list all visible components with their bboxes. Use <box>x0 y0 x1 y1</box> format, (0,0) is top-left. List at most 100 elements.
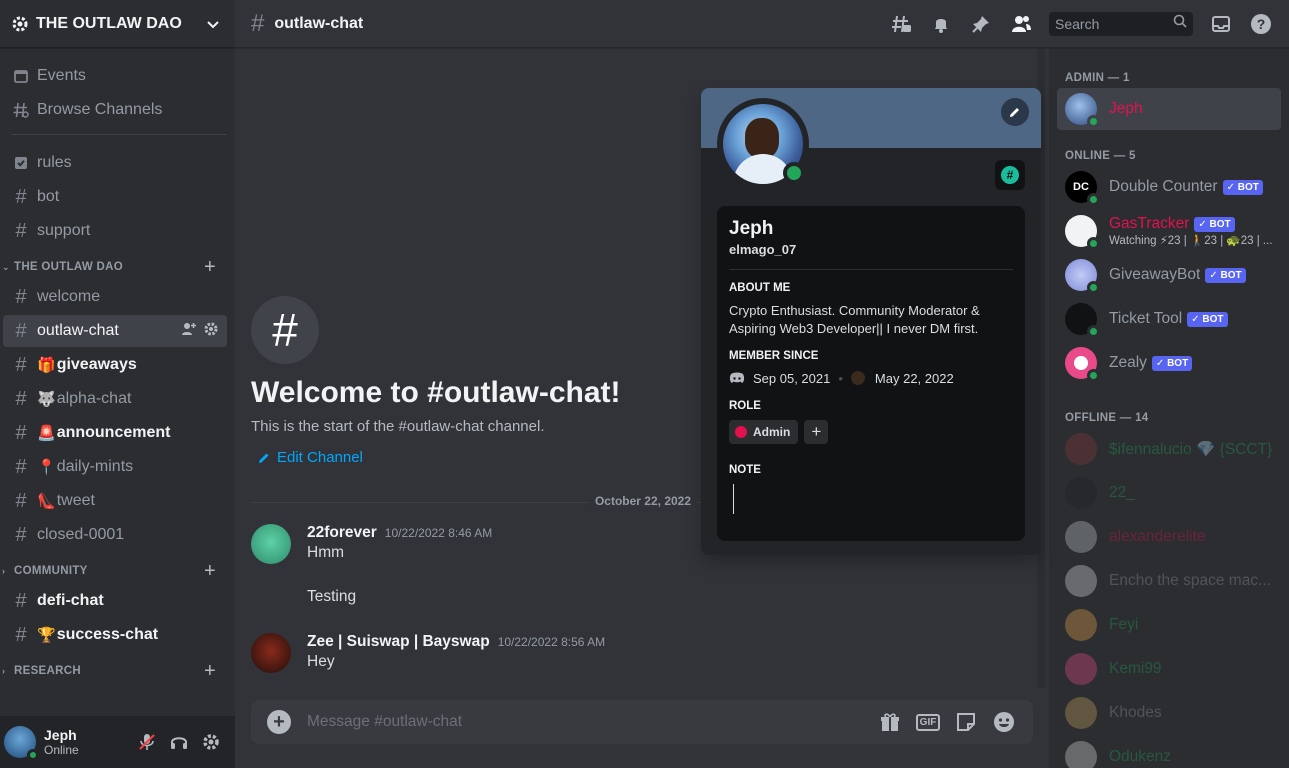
channel-emoji: 📍 <box>37 459 56 476</box>
help-icon[interactable]: ? <box>1249 12 1273 36</box>
sidebar-item-events[interactable]: Events <box>3 60 227 92</box>
member-item[interactable]: GasTracker ✓ BOT Watching ⚡23 | 🚶23 | 🐢23… <box>1057 210 1281 252</box>
channel-bot[interactable]: # bot <box>3 181 227 213</box>
gift-icon[interactable] <box>878 710 902 734</box>
member-item[interactable]: Jeph <box>1057 88 1281 130</box>
member-item[interactable]: 22_ <box>1057 472 1281 514</box>
emoji-icon[interactable] <box>992 710 1016 734</box>
headphones-icon[interactable] <box>163 726 195 758</box>
add-attachment-icon[interactable]: + <box>267 710 291 734</box>
badge-icon[interactable]: # <box>995 160 1025 190</box>
add-role-button[interactable]: + <box>804 420 829 444</box>
member-item[interactable]: Odukenz <box>1057 736 1281 768</box>
search-input[interactable] <box>1055 15 1173 32</box>
message-author[interactable]: 22forever <box>307 524 377 542</box>
create-channel-icon[interactable]: + <box>201 256 219 279</box>
threads-icon[interactable] <box>889 12 913 36</box>
category-research[interactable]: › RESEARCH + <box>0 657 235 685</box>
notification-bell-icon[interactable] <box>929 12 953 36</box>
profile-avatar[interactable] <box>717 98 809 190</box>
user-settings-gear-icon[interactable] <box>195 726 227 758</box>
member-name: Kemi99 <box>1109 660 1162 677</box>
hash-icon: # <box>15 523 27 546</box>
member-item[interactable]: Feyi <box>1057 604 1281 646</box>
create-channel-icon[interactable]: + <box>201 660 219 683</box>
edit-profile-pencil-icon[interactable] <box>1001 98 1029 126</box>
avatar <box>1065 215 1100 250</box>
channel-label: rules <box>37 154 72 171</box>
channel-label: success-chat <box>56 626 159 643</box>
member-name: GasTracker <box>1109 215 1190 232</box>
channel-label: welcome <box>37 288 101 305</box>
message-author[interactable]: Zee | Suiswap | Bayswap <box>307 633 490 651</box>
separator-dot: • <box>838 370 843 386</box>
discord-app: THE OUTLAW DAO Events Browse Channels ru… <box>0 0 1289 768</box>
caret-right-icon: › <box>2 666 6 676</box>
member-item[interactable]: alexanderelite <box>1057 516 1281 558</box>
sidebar-item-browse-channels[interactable]: Browse Channels <box>3 94 227 126</box>
member-list-icon[interactable] <box>1009 12 1033 36</box>
bot-badge: ✓ BOT <box>1222 179 1263 195</box>
member-since-heading: MEMBER SINCE <box>729 350 819 362</box>
search-box[interactable] <box>1049 11 1193 36</box>
create-channel-icon[interactable]: + <box>201 560 219 583</box>
inbox-icon[interactable] <box>1209 12 1233 36</box>
channel-emoji: 👠 <box>37 493 56 510</box>
member-item[interactable]: Encho the space mac... <box>1057 560 1281 602</box>
member-item[interactable]: Khodes <box>1057 692 1281 734</box>
invite-icon[interactable] <box>181 321 197 342</box>
profile-display-name: Jeph <box>729 218 774 239</box>
channel-announcement[interactable]: # 🚨 announcement <box>3 417 227 449</box>
message-input[interactable] <box>307 713 871 731</box>
server-member-since: May 22, 2022 <box>874 370 954 386</box>
member-item[interactable]: GiveawayBot ✓ BOT <box>1057 254 1281 296</box>
avatar[interactable] <box>251 524 291 564</box>
member-item[interactable]: Kemi99 <box>1057 648 1281 690</box>
channel-outlaw-chat[interactable]: # outlaw-chat <box>3 315 227 347</box>
avatar <box>1065 477 1097 509</box>
channel-giveaways[interactable]: # 🎁 giveaways <box>3 349 227 381</box>
hash-icon: # <box>15 489 27 512</box>
channel-success-chat[interactable]: # 🏆 success-chat <box>3 619 227 651</box>
channel-welcome[interactable]: # welcome <box>3 281 227 313</box>
channel-tweet[interactable]: # 👠 tweet <box>3 485 227 517</box>
role-pill[interactable]: Admin <box>729 420 799 444</box>
avatar[interactable] <box>4 726 39 761</box>
avatar[interactable] <box>251 633 291 673</box>
channel-closed-0001[interactable]: # closed-0001 <box>3 519 227 551</box>
channel-alpha-chat[interactable]: # 🐺 alpha-chat <box>3 383 227 415</box>
message-timestamp: 10/22/2022 8:56 AM <box>497 635 606 649</box>
mute-microphone-icon[interactable] <box>131 726 163 758</box>
hash-icon: # <box>15 353 27 376</box>
channel-label: support <box>37 222 91 239</box>
channel-defi-chat[interactable]: # defi-chat <box>3 585 227 617</box>
member-item[interactable]: DC Double Counter ✓ BOT <box>1057 166 1281 208</box>
chevron-down-icon[interactable] <box>203 14 223 34</box>
hash-icon: # <box>15 387 27 410</box>
note-input[interactable] <box>733 484 1017 514</box>
member-item[interactable]: Zealy ✓ BOT <box>1057 342 1281 384</box>
category-community[interactable]: › COMMUNITY + <box>0 557 235 585</box>
sticker-icon[interactable] <box>954 710 978 734</box>
role-heading: ROLE <box>729 400 761 412</box>
about-me-heading: ABOUT ME <box>729 282 791 294</box>
member-item[interactable]: $ifennalucio 💎 {SCCT} <box>1057 428 1281 470</box>
message-text: Hmm <box>307 544 345 561</box>
member-item[interactable]: Ticket Tool ✓ BOT <box>1057 298 1281 340</box>
channel-daily-mints[interactable]: # 📍 daily-mints <box>3 451 227 483</box>
bot-badge: ✓ BOT <box>1187 311 1228 327</box>
channel-rules[interactable]: rules <box>3 147 227 179</box>
channel-support[interactable]: # support <box>3 215 227 247</box>
channel-settings-icon[interactable] <box>203 321 219 342</box>
avatar <box>1065 565 1097 597</box>
member-list: ADMIN — 1 Jeph ONLINE — 5 DC Double Coun… <box>1049 48 1289 768</box>
category-the-outlaw-dao[interactable]: ⌄ THE OUTLAW DAO + <box>0 253 235 281</box>
server-header[interactable]: THE OUTLAW DAO <box>0 0 235 48</box>
gif-icon[interactable]: GIF <box>915 710 941 734</box>
member-since-row: Sep 05, 2021 • May 22, 2022 <box>729 370 1013 386</box>
edit-channel-link[interactable]: Edit Channel <box>257 449 621 466</box>
pin-icon[interactable] <box>969 12 993 36</box>
channel-title: outlaw-chat <box>274 14 364 32</box>
channel-label: closed-0001 <box>37 526 125 543</box>
avatar <box>1065 93 1100 128</box>
